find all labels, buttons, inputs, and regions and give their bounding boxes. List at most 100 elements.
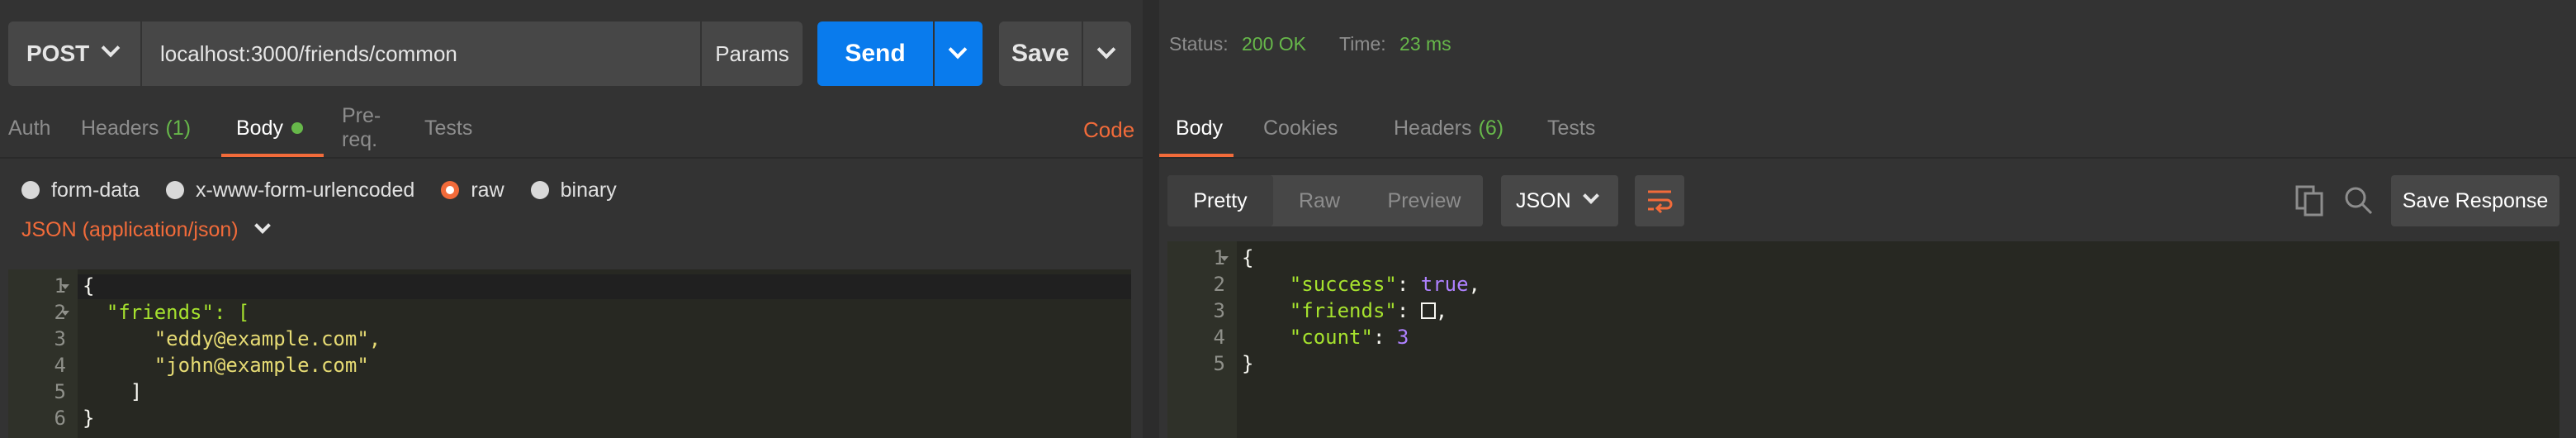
- tab-tests[interactable]: Tests: [416, 99, 499, 157]
- send-dropdown-button[interactable]: [935, 21, 983, 86]
- code-line: {: [83, 274, 95, 298]
- save-button[interactable]: Save: [999, 21, 1082, 86]
- tab-body[interactable]: Body: [221, 99, 324, 157]
- format-label: JSON: [1516, 188, 1571, 212]
- tab-pre-request[interactable]: Pre-req.: [334, 99, 416, 157]
- view-pretty[interactable]: Pretty: [1167, 175, 1273, 226]
- code-line: }: [1242, 352, 1254, 375]
- wrap-lines-button[interactable]: [1635, 175, 1684, 226]
- tab-label: Tests: [424, 116, 473, 140]
- save-label: Save: [1011, 40, 1070, 67]
- view-label: Pretty: [1193, 188, 1248, 212]
- code-line: "count": 3: [1289, 326, 1409, 349]
- line-number: 4: [1213, 326, 1225, 349]
- tab-label: Cookies: [1263, 116, 1338, 140]
- line-number: 3: [54, 327, 66, 350]
- radio-form-data[interactable]: form-data: [21, 179, 140, 202]
- status-value: 200 OK: [1242, 33, 1306, 55]
- collapsed-array-icon[interactable]: [1420, 302, 1436, 319]
- json-value: true: [1420, 273, 1469, 296]
- radio-label: form-data: [51, 178, 140, 202]
- chevron-down-icon: [101, 38, 121, 58]
- format-select[interactable]: JSON: [1501, 175, 1618, 226]
- method-select[interactable]: POST: [8, 21, 140, 86]
- response-body-viewer[interactable]: 1 2 3 4 5 { "success": true, "friends": …: [1167, 241, 2559, 438]
- radio-raw[interactable]: raw: [441, 179, 504, 202]
- request-tabs: Auth Headers (1) Body Pre-req. Tests: [0, 99, 499, 157]
- view-mode-segmented: Pretty Raw Preview: [1167, 175, 1483, 226]
- search-icon[interactable]: [2343, 185, 2375, 217]
- response-status: Status: 200 OK Time: 23 ms: [1169, 33, 1485, 55]
- radio-label: raw: [471, 178, 504, 202]
- time-label: Time:: [1339, 33, 1386, 55]
- tab-underline-divider: [1159, 157, 2576, 159]
- code-line: "john@example.com": [83, 354, 369, 377]
- tab-label: Auth: [8, 116, 51, 140]
- fold-arrow-icon[interactable]: [61, 311, 69, 316]
- view-label: Raw: [1298, 188, 1340, 212]
- line-number: 5: [1213, 352, 1225, 375]
- code-line: "eddy@example.com",: [83, 327, 381, 350]
- content-type-select[interactable]: JSON (application/json): [21, 213, 271, 246]
- wrap-lines-icon: [1648, 190, 1673, 214]
- status-label: Status:: [1169, 33, 1229, 55]
- line-number-gutter: 1 2 3 4 5: [1167, 241, 1237, 438]
- body-indicator-dot: [291, 122, 303, 134]
- radio-circle: [530, 181, 549, 199]
- fold-arrow-icon[interactable]: [61, 284, 69, 289]
- save-response-button[interactable]: Save Response: [2391, 175, 2559, 226]
- radio-binary[interactable]: binary: [530, 179, 617, 202]
- radio-circle: [165, 181, 184, 199]
- line-number: 5: [54, 380, 66, 403]
- params-button[interactable]: Params: [702, 21, 803, 86]
- headers-count-badge: (1): [165, 116, 192, 140]
- save-dropdown-button[interactable]: [1083, 21, 1131, 86]
- tab-underline-divider: [0, 157, 1143, 159]
- chevron-down-icon: [1096, 40, 1116, 60]
- params-label: Params: [715, 40, 789, 66]
- view-raw[interactable]: Raw: [1273, 175, 1366, 226]
- chevron-down-icon: [1583, 188, 1599, 204]
- radio-label: x-www-form-urlencoded: [195, 178, 415, 202]
- radio-circle: [21, 181, 40, 199]
- tab-label: Headers: [1394, 116, 1472, 140]
- chevron-down-icon: [253, 217, 271, 234]
- tab-label: Pre-req.: [342, 104, 381, 151]
- json-key: "friends": [1289, 299, 1397, 322]
- radio-x-www-form-urlencoded[interactable]: x-www-form-urlencoded: [165, 178, 415, 202]
- chevron-down-icon: [948, 40, 968, 60]
- radio-circle-selected: [441, 181, 460, 199]
- tab-label: Tests: [1547, 116, 1596, 140]
- time-value: 23 ms: [1399, 33, 1451, 55]
- pane-divider[interactable]: [1143, 0, 1159, 438]
- send-label: Send: [845, 40, 906, 67]
- tab-cookies[interactable]: Cookies: [1234, 99, 1356, 157]
- send-button[interactable]: Send: [817, 21, 933, 86]
- url-text: localhost:3000/friends/common: [160, 40, 457, 66]
- headers-count-badge: (6): [1478, 116, 1504, 140]
- tab-label: Body: [236, 116, 283, 140]
- code-line: ]: [83, 380, 143, 403]
- json-key: "success": [1289, 273, 1397, 296]
- code-link[interactable]: Code: [1083, 117, 1134, 143]
- line-number: 4: [54, 354, 66, 377]
- tab-response-tests[interactable]: Tests: [1521, 99, 1620, 157]
- active-line-highlight: [78, 274, 1131, 299]
- tab-auth[interactable]: Auth: [0, 99, 73, 157]
- tab-response-headers[interactable]: Headers (6): [1356, 99, 1521, 157]
- code-line: "friends": ,: [1289, 299, 1448, 322]
- code-line: {: [1242, 246, 1254, 269]
- copy-icon[interactable]: [2295, 185, 2325, 217]
- tab-headers[interactable]: Headers (1): [73, 99, 218, 157]
- code-line: "success": true,: [1289, 273, 1480, 296]
- tab-label: Headers: [81, 116, 159, 140]
- view-preview[interactable]: Preview: [1366, 175, 1483, 226]
- line-number-gutter: 1 2 3 4 5 6: [8, 269, 78, 438]
- line-number: 6: [54, 407, 66, 430]
- code-line: }: [83, 407, 95, 430]
- request-body-editor[interactable]: 1 2 3 4 5 6 { "friends": [ "eddy@example…: [8, 269, 1131, 438]
- url-input[interactable]: localhost:3000/friends/common: [142, 21, 700, 86]
- fold-arrow-icon[interactable]: [1220, 256, 1229, 261]
- tab-response-body[interactable]: Body: [1159, 99, 1234, 157]
- method-label: POST: [26, 40, 90, 66]
